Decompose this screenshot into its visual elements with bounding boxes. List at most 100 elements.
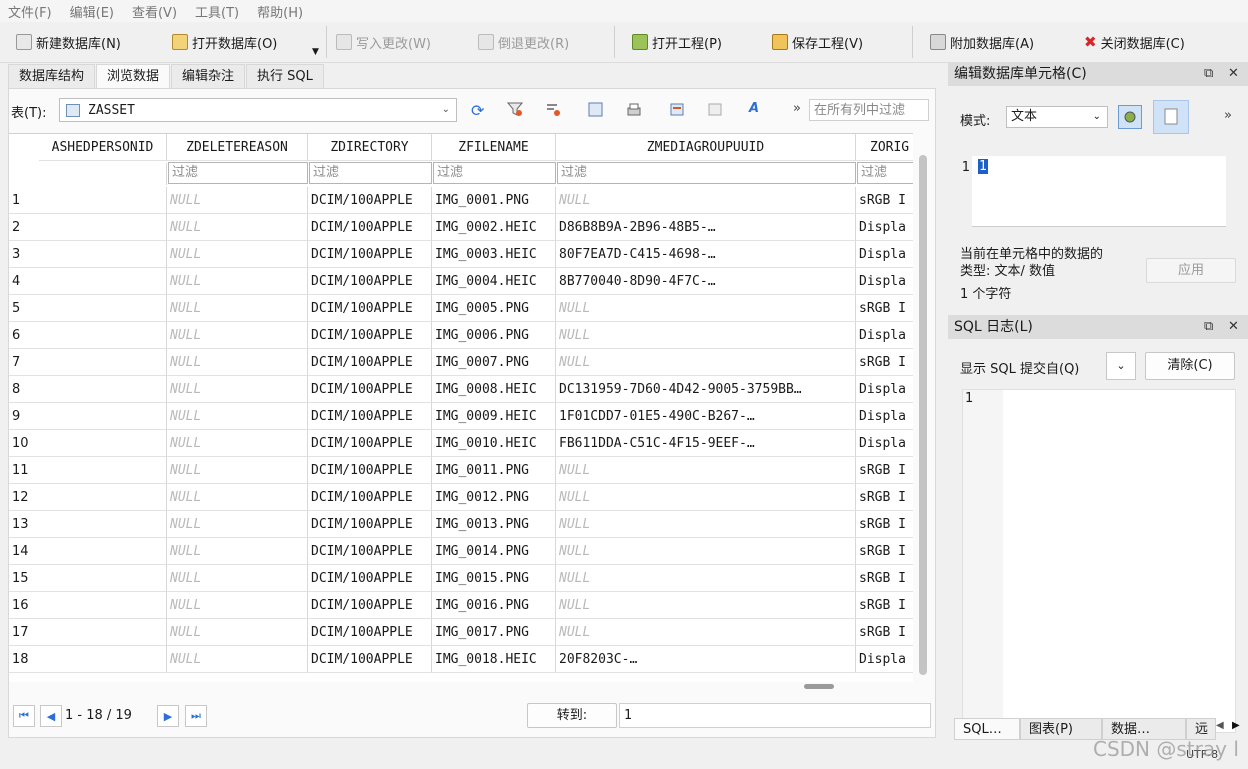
row-number[interactable]: 15 [9, 565, 39, 592]
table-select[interactable]: ZASSET ⌄ [59, 98, 457, 122]
table-cell[interactable]: DCIM/100APPLE [308, 214, 432, 241]
table-cell[interactable]: NULL [556, 511, 856, 538]
tab-scroll-left-icon[interactable]: ◀ [1216, 720, 1224, 731]
row-number[interactable]: 2 [9, 214, 39, 241]
table-cell[interactable]: DCIM/100APPLE [308, 268, 432, 295]
table-cell[interactable]: DCIM/100APPLE [308, 619, 432, 646]
table-cell[interactable]: DCIM/100APPLE [308, 295, 432, 322]
table-cell[interactable]: Displa [856, 268, 913, 295]
table-cell[interactable] [39, 430, 167, 457]
table-cell[interactable]: NULL [167, 538, 308, 565]
last-page-button[interactable]: ⏭ [185, 705, 207, 727]
table-cell[interactable]: NULL [167, 214, 308, 241]
table-cell[interactable]: sRGB I [856, 295, 913, 322]
table-cell[interactable]: IMG_0017.PNG [432, 619, 556, 646]
clear-log-button[interactable]: 清除(C) [1145, 352, 1235, 380]
table-cell[interactable] [39, 268, 167, 295]
table-cell[interactable]: IMG_0009.HEIC [432, 403, 556, 430]
table-cell[interactable]: 80F7EA7D-C415-4698-… [556, 241, 856, 268]
table-cell[interactable]: DCIM/100APPLE [308, 484, 432, 511]
table-cell[interactable]: IMG_0003.HEIC [432, 241, 556, 268]
table-cell[interactable]: NULL [556, 457, 856, 484]
menu-file[interactable]: 文件(F) [8, 2, 52, 21]
table-cell[interactable]: NULL [556, 619, 856, 646]
table-cell[interactable]: IMG_0018.HEIC [432, 646, 556, 673]
table-cell[interactable]: DCIM/100APPLE [308, 511, 432, 538]
column-header[interactable]: ZMEDIAGROUPUUID [556, 134, 856, 161]
table-cell[interactable]: IMG_0014.PNG [432, 538, 556, 565]
table-cell[interactable]: Displa [856, 322, 913, 349]
open-project-button[interactable]: 打开工程(P) [632, 30, 722, 54]
table-cell[interactable]: DCIM/100APPLE [308, 403, 432, 430]
insert-record-icon[interactable] [669, 101, 687, 119]
goto-button[interactable]: 转到: [527, 703, 617, 728]
column-header[interactable]: ASHEDPERSONID [39, 134, 167, 161]
table-cell[interactable]: NULL [167, 295, 308, 322]
table-cell[interactable]: NULL [167, 322, 308, 349]
table-cell[interactable] [39, 538, 167, 565]
table-cell[interactable] [39, 214, 167, 241]
table-cell[interactable] [39, 565, 167, 592]
table-cell[interactable]: NULL [556, 295, 856, 322]
table-cell[interactable]: IMG_0008.HEIC [432, 376, 556, 403]
attach-database-button[interactable]: 附加数据库(A) [930, 30, 1034, 54]
table-cell[interactable] [39, 457, 167, 484]
menu-edit[interactable]: 编辑(E) [70, 2, 114, 21]
filter-all-columns-input[interactable]: 在所有列中过滤 [809, 99, 929, 121]
table-cell[interactable]: DCIM/100APPLE [308, 241, 432, 268]
table-cell[interactable]: IMG_0005.PNG [432, 295, 556, 322]
table-cell[interactable]: 20F8203C-… [556, 646, 856, 673]
new-database-button[interactable]: 新建数据库(N) [16, 30, 121, 54]
bottom-tab-sql[interactable]: SQL… [954, 718, 1020, 740]
table-cell[interactable] [39, 484, 167, 511]
table-cell[interactable]: IMG_0011.PNG [432, 457, 556, 484]
save-project-button[interactable]: 保存工程(V) [772, 30, 863, 54]
column-filter-input[interactable]: 过滤 [168, 162, 308, 184]
print-icon[interactable] [625, 101, 643, 119]
table-cell[interactable]: Displa [856, 241, 913, 268]
column-header[interactable]: ZFILENAME [432, 134, 556, 161]
table-cell[interactable]: IMG_0012.PNG [432, 484, 556, 511]
table-cell[interactable]: DCIM/100APPLE [308, 646, 432, 673]
sql-log-editor[interactable]: 1 [962, 389, 1236, 733]
table-cell[interactable]: IMG_0013.PNG [432, 511, 556, 538]
table-cell[interactable]: NULL [167, 592, 308, 619]
table-cell[interactable] [39, 295, 167, 322]
table-cell[interactable]: DCIM/100APPLE [308, 592, 432, 619]
table-cell[interactable]: D86B8B9A-2B96-48B5-… [556, 214, 856, 241]
table-cell[interactable]: Displa [856, 403, 913, 430]
row-number[interactable]: 18 [9, 646, 39, 673]
table-cell[interactable]: NULL [556, 322, 856, 349]
table-cell[interactable]: sRGB I [856, 484, 913, 511]
table-cell[interactable] [39, 592, 167, 619]
row-number[interactable]: 5 [9, 295, 39, 322]
row-number[interactable]: 6 [9, 322, 39, 349]
row-number[interactable]: 12 [9, 484, 39, 511]
table-cell[interactable] [39, 322, 167, 349]
column-filter-input[interactable]: 过滤 [857, 162, 913, 184]
sort-icon[interactable] [545, 101, 563, 119]
table-cell[interactable]: NULL [167, 241, 308, 268]
menu-tools[interactable]: 工具(T) [195, 2, 239, 21]
table-cell[interactable]: NULL [167, 268, 308, 295]
tab-browse-data[interactable]: 浏览数据 [96, 64, 171, 89]
tab-database-structure[interactable]: 数据库结构 [8, 64, 96, 88]
goto-input[interactable]: 1 [619, 703, 931, 728]
column-filter-input[interactable]: 过滤 [309, 162, 432, 184]
table-cell[interactable]: DCIM/100APPLE [308, 457, 432, 484]
table-cell[interactable]: DC131959-7D60-4D42-9005-3759BB… [556, 376, 856, 403]
row-number[interactable]: 3 [9, 241, 39, 268]
table-cell[interactable] [39, 241, 167, 268]
table-cell[interactable]: NULL [556, 538, 856, 565]
table-cell[interactable]: sRGB I [856, 187, 913, 214]
table-cell[interactable]: NULL [167, 376, 308, 403]
table-cell[interactable]: NULL [167, 565, 308, 592]
table-cell[interactable]: IMG_0016.PNG [432, 592, 556, 619]
table-cell[interactable]: NULL [167, 457, 308, 484]
column-filter-input[interactable]: 过滤 [433, 162, 556, 184]
column-header[interactable]: ZDIRECTORY [308, 134, 432, 161]
table-cell[interactable]: IMG_0007.PNG [432, 349, 556, 376]
menu-help[interactable]: 帮助(H) [257, 2, 303, 21]
open-database-button[interactable]: 打开数据库(O) [172, 30, 277, 54]
table-cell[interactable]: Displa [856, 646, 913, 673]
